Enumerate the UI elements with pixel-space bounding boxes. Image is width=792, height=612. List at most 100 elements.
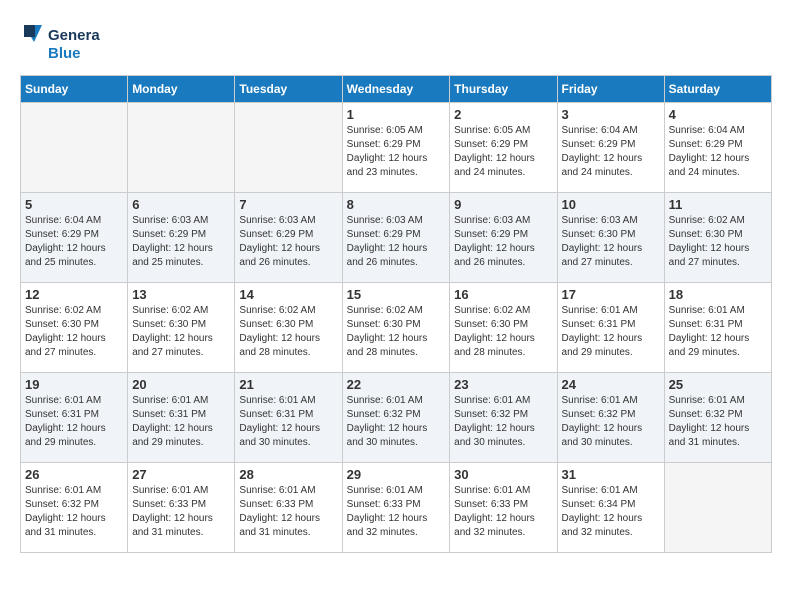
calendar-cell: 28 Sunrise: 6:01 AM Sunset: 6:33 PM Dayli… bbox=[235, 463, 342, 553]
calendar-cell: 19 Sunrise: 6:01 AM Sunset: 6:31 PM Dayli… bbox=[21, 373, 128, 463]
day-number: 12 bbox=[25, 287, 123, 302]
day-number: 24 bbox=[562, 377, 660, 392]
day-number: 31 bbox=[562, 467, 660, 482]
calendar-cell: 5 Sunrise: 6:04 AM Sunset: 6:29 PM Daylig… bbox=[21, 193, 128, 283]
day-number: 18 bbox=[669, 287, 767, 302]
day-number: 6 bbox=[132, 197, 230, 212]
calendar-cell: 26 Sunrise: 6:01 AM Sunset: 6:32 PM Dayli… bbox=[21, 463, 128, 553]
calendar-cell: 3 Sunrise: 6:04 AM Sunset: 6:29 PM Daylig… bbox=[557, 103, 664, 193]
day-number: 26 bbox=[25, 467, 123, 482]
calendar-cell: 4 Sunrise: 6:04 AM Sunset: 6:29 PM Daylig… bbox=[664, 103, 771, 193]
day-number: 5 bbox=[25, 197, 123, 212]
calendar-cell: 13 Sunrise: 6:02 AM Sunset: 6:30 PM Dayli… bbox=[128, 283, 235, 373]
day-number: 1 bbox=[347, 107, 446, 122]
day-number: 16 bbox=[454, 287, 552, 302]
day-info: Sunrise: 6:02 AM Sunset: 6:30 PM Dayligh… bbox=[25, 304, 123, 360]
calendar-cell: 27 Sunrise: 6:01 AM Sunset: 6:33 PM Dayli… bbox=[128, 463, 235, 553]
day-info: Sunrise: 6:04 AM Sunset: 6:29 PM Dayligh… bbox=[25, 214, 123, 270]
day-number: 30 bbox=[454, 467, 552, 482]
calendar-cell: 14Sunrise: 6:02 AM Sunset: 6:30 PM Dayli… bbox=[235, 283, 342, 373]
calendar-cell bbox=[664, 463, 771, 553]
calendar-cell: 8Sunrise: 6:03 AM Sunset: 6:29 PM Daylig… bbox=[342, 193, 450, 283]
calendar-week-4: 19 Sunrise: 6:01 AM Sunset: 6:31 PM Dayli… bbox=[21, 373, 772, 463]
day-info: Sunrise: 6:01 AM Sunset: 6:33 PM Dayligh… bbox=[454, 484, 552, 540]
day-info: Sunrise: 6:02 AM Sunset: 6:30 PM Dayligh… bbox=[454, 304, 552, 360]
day-info: Sunrise: 6:03 AM Sunset: 6:30 PM Dayligh… bbox=[562, 214, 660, 270]
calendar-cell: 10 Sunrise: 6:03 AM Sunset: 6:30 PM Dayli… bbox=[557, 193, 664, 283]
svg-text:Blue: Blue bbox=[48, 45, 81, 62]
calendar-cell: 2Sunrise: 6:05 AM Sunset: 6:29 PM Daylig… bbox=[450, 103, 557, 193]
day-info: Sunrise: 6:01 AM Sunset: 6:32 PM Dayligh… bbox=[25, 484, 123, 540]
calendar-cell: 7Sunrise: 6:03 AM Sunset: 6:29 PM Daylig… bbox=[235, 193, 342, 283]
day-info: Sunrise: 6:01 AM Sunset: 6:34 PM Dayligh… bbox=[562, 484, 660, 540]
day-number: 25 bbox=[669, 377, 767, 392]
day-info: Sunrise: 6:03 AM Sunset: 6:29 PM Dayligh… bbox=[239, 214, 337, 270]
day-number: 21 bbox=[239, 377, 337, 392]
col-header-sunday: Sunday bbox=[21, 76, 128, 103]
day-info: Sunrise: 6:03 AM Sunset: 6:29 PM Dayligh… bbox=[132, 214, 230, 270]
day-info: Sunrise: 6:02 AM Sunset: 6:30 PM Dayligh… bbox=[347, 304, 446, 360]
day-info: Sunrise: 6:05 AM Sunset: 6:29 PM Dayligh… bbox=[454, 124, 552, 180]
calendar-cell: 30 Sunrise: 6:01 AM Sunset: 6:33 PM Dayli… bbox=[450, 463, 557, 553]
day-number: 19 bbox=[25, 377, 123, 392]
calendar-cell: 22 Sunrise: 6:01 AM Sunset: 6:32 PM Dayli… bbox=[342, 373, 450, 463]
calendar-week-3: 12 Sunrise: 6:02 AM Sunset: 6:30 PM Dayli… bbox=[21, 283, 772, 373]
logo: GeneralBlue bbox=[20, 20, 100, 65]
calendar-cell: 16 Sunrise: 6:02 AM Sunset: 6:30 PM Dayli… bbox=[450, 283, 557, 373]
day-number: 4 bbox=[669, 107, 767, 122]
day-number: 13 bbox=[132, 287, 230, 302]
day-info: Sunrise: 6:01 AM Sunset: 6:31 PM Dayligh… bbox=[25, 394, 123, 450]
day-number: 23 bbox=[454, 377, 552, 392]
day-number: 22 bbox=[347, 377, 446, 392]
day-info: Sunrise: 6:01 AM Sunset: 6:32 PM Dayligh… bbox=[669, 394, 767, 450]
calendar-cell: 11Sunrise: 6:02 AM Sunset: 6:30 PM Dayli… bbox=[664, 193, 771, 283]
day-info: Sunrise: 6:03 AM Sunset: 6:29 PM Dayligh… bbox=[454, 214, 552, 270]
day-info: Sunrise: 6:01 AM Sunset: 6:31 PM Dayligh… bbox=[132, 394, 230, 450]
day-number: 20 bbox=[132, 377, 230, 392]
day-info: Sunrise: 6:03 AM Sunset: 6:29 PM Dayligh… bbox=[347, 214, 446, 270]
day-number: 27 bbox=[132, 467, 230, 482]
svg-text:General: General bbox=[48, 27, 100, 44]
day-number: 3 bbox=[562, 107, 660, 122]
col-header-friday: Friday bbox=[557, 76, 664, 103]
calendar-cell: 17 Sunrise: 6:01 AM Sunset: 6:31 PM Dayli… bbox=[557, 283, 664, 373]
day-info: Sunrise: 6:04 AM Sunset: 6:29 PM Dayligh… bbox=[562, 124, 660, 180]
calendar-cell: 29 Sunrise: 6:01 AM Sunset: 6:33 PM Dayli… bbox=[342, 463, 450, 553]
day-info: Sunrise: 6:02 AM Sunset: 6:30 PM Dayligh… bbox=[132, 304, 230, 360]
day-number: 28 bbox=[239, 467, 337, 482]
day-info: Sunrise: 6:01 AM Sunset: 6:33 PM Dayligh… bbox=[132, 484, 230, 540]
calendar-cell: 6 Sunrise: 6:03 AM Sunset: 6:29 PM Daylig… bbox=[128, 193, 235, 283]
calendar-cell bbox=[235, 103, 342, 193]
calendar-cell: 21 Sunrise: 6:01 AM Sunset: 6:31 PM Dayli… bbox=[235, 373, 342, 463]
col-header-wednesday: Wednesday bbox=[342, 76, 450, 103]
day-number: 15 bbox=[347, 287, 446, 302]
calendar-header-row: SundayMondayTuesdayWednesdayThursdayFrid… bbox=[21, 76, 772, 103]
calendar-cell: 12 Sunrise: 6:02 AM Sunset: 6:30 PM Dayli… bbox=[21, 283, 128, 373]
day-info: Sunrise: 6:01 AM Sunset: 6:32 PM Dayligh… bbox=[562, 394, 660, 450]
day-info: Sunrise: 6:01 AM Sunset: 6:31 PM Dayligh… bbox=[562, 304, 660, 360]
day-number: 14 bbox=[239, 287, 337, 302]
day-number: 9 bbox=[454, 197, 552, 212]
day-info: Sunrise: 6:01 AM Sunset: 6:33 PM Dayligh… bbox=[239, 484, 337, 540]
calendar-cell: 15 Sunrise: 6:02 AM Sunset: 6:30 PM Dayli… bbox=[342, 283, 450, 373]
day-info: Sunrise: 6:01 AM Sunset: 6:31 PM Dayligh… bbox=[239, 394, 337, 450]
day-number: 29 bbox=[347, 467, 446, 482]
calendar-cell: 9 Sunrise: 6:03 AM Sunset: 6:29 PM Daylig… bbox=[450, 193, 557, 283]
col-header-monday: Monday bbox=[128, 76, 235, 103]
calendar-cell: 20 Sunrise: 6:01 AM Sunset: 6:31 PM Dayli… bbox=[128, 373, 235, 463]
day-info: Sunrise: 6:01 AM Sunset: 6:33 PM Dayligh… bbox=[347, 484, 446, 540]
logo-svg: GeneralBlue bbox=[20, 20, 100, 65]
day-info: Sunrise: 6:05 AM Sunset: 6:29 PM Dayligh… bbox=[347, 124, 446, 180]
day-number: 10 bbox=[562, 197, 660, 212]
page-header: GeneralBlue bbox=[20, 20, 772, 65]
day-number: 17 bbox=[562, 287, 660, 302]
calendar-cell: 23Sunrise: 6:01 AM Sunset: 6:32 PM Dayli… bbox=[450, 373, 557, 463]
calendar-cell bbox=[21, 103, 128, 193]
calendar-cell: 1 Sunrise: 6:05 AM Sunset: 6:29 PM Daylig… bbox=[342, 103, 450, 193]
calendar-cell bbox=[128, 103, 235, 193]
day-info: Sunrise: 6:04 AM Sunset: 6:29 PM Dayligh… bbox=[669, 124, 767, 180]
calendar-cell: 18Sunrise: 6:01 AM Sunset: 6:31 PM Dayli… bbox=[664, 283, 771, 373]
calendar-table: SundayMondayTuesdayWednesdayThursdayFrid… bbox=[20, 75, 772, 553]
col-header-saturday: Saturday bbox=[664, 76, 771, 103]
day-info: Sunrise: 6:01 AM Sunset: 6:32 PM Dayligh… bbox=[347, 394, 446, 450]
